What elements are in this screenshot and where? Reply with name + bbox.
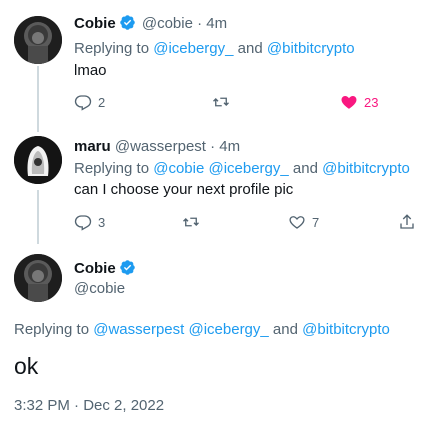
retweet-button[interactable] — [182, 213, 200, 231]
like-button[interactable]: 7 — [288, 213, 319, 231]
like-count: 7 — [312, 214, 320, 230]
mention-link[interactable]: @bitbitcrypto — [267, 40, 355, 57]
author-handle[interactable]: @cobie — [74, 279, 125, 299]
replying-to: Replying to @icebergy_ and @bitbitcrypto — [74, 40, 355, 57]
like-button[interactable]: 23 — [340, 93, 378, 111]
tweet-time[interactable]: 4m — [219, 138, 240, 155]
share-button[interactable] — [398, 213, 416, 231]
reply-icon — [74, 215, 92, 231]
reply-icon — [74, 95, 92, 111]
main-tweet-text: ok — [14, 353, 39, 379]
heart-icon — [289, 216, 305, 229]
share-icon — [400, 214, 414, 229]
tweet-header: Cobie @cobie · 4m — [74, 15, 228, 32]
mention-link[interactable]: @bitbitcrypto — [302, 321, 390, 338]
heart-filled-icon — [341, 96, 357, 109]
author-name[interactable]: Cobie — [74, 260, 116, 277]
author-name[interactable]: Cobie — [74, 15, 116, 32]
author-handle[interactable]: @wasserpest — [115, 138, 206, 155]
reply-button[interactable]: 3 — [74, 213, 105, 231]
replying-to: Replying to @wasserpest @icebergy_ and @… — [14, 321, 390, 338]
tweet-timestamp[interactable]: 3:32 PM · Dec 2, 2022 — [14, 396, 164, 416]
mention-link[interactable]: @cobie @icebergy_ — [153, 160, 289, 177]
main-author: Cobie — [74, 259, 138, 279]
avatar[interactable] — [14, 254, 62, 302]
tweet-time[interactable]: 4m — [206, 15, 227, 32]
tweet-text: lmao — [74, 62, 107, 79]
retweet-icon — [183, 217, 199, 227]
avatar[interactable] — [14, 136, 62, 184]
retweet-icon — [213, 97, 229, 107]
like-count: 23 — [364, 94, 379, 110]
tweet-header: maru @wasserpest · 4m — [74, 138, 241, 155]
reply-button[interactable]: 2 — [74, 93, 105, 111]
author-handle[interactable]: @cobie — [142, 15, 193, 32]
verified-badge-icon — [119, 15, 135, 30]
author-name[interactable]: maru — [74, 138, 111, 155]
thread-line — [37, 66, 39, 132]
thread-line — [37, 190, 39, 244]
mention-link[interactable]: @icebergy_ — [153, 40, 233, 57]
reply-count: 2 — [98, 94, 106, 110]
retweet-button[interactable] — [212, 93, 230, 111]
replying-to: Replying to @cobie @icebergy_ and @bitbi… — [74, 160, 410, 177]
mention-link[interactable]: @wasserpest @icebergy_ — [93, 321, 269, 338]
avatar[interactable] — [14, 16, 62, 64]
reply-count: 3 — [98, 214, 106, 230]
tweet-text: can I choose your next profile pic — [74, 181, 294, 198]
mention-link[interactable]: @bitbitcrypto — [322, 160, 410, 177]
verified-badge-icon — [119, 260, 135, 275]
